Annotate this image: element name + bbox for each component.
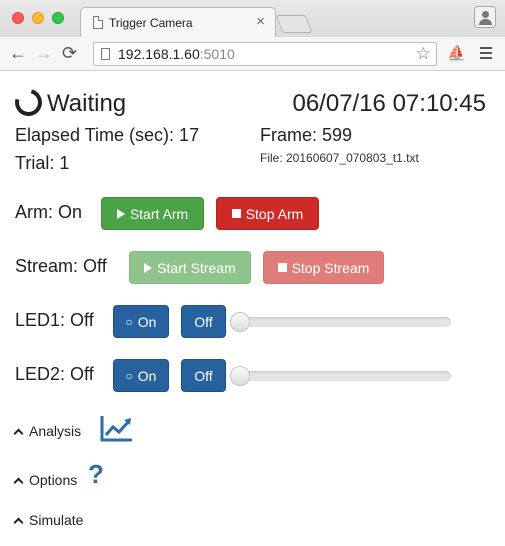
led1-off-button[interactable]: Off	[181, 305, 226, 338]
trial-number: Trial: 1	[15, 153, 70, 173]
stop-stream-label: Stop Stream	[291, 259, 370, 276]
new-tab-button[interactable]	[275, 15, 313, 33]
led1-off-label: Off	[194, 313, 213, 330]
options-label: Options	[29, 472, 78, 488]
led1-on-label: On	[137, 313, 157, 330]
reload-icon[interactable]: ⟳	[62, 43, 77, 63]
options-toggle[interactable]: Options	[13, 472, 78, 488]
stop-arm-label: Stop Arm	[245, 205, 304, 222]
menu-icon[interactable]	[480, 47, 492, 59]
led1-on-button[interactable]: ○ On	[113, 305, 169, 338]
led2-status: LED2: Off	[15, 364, 94, 384]
extension-icon[interactable]: ⛵	[447, 44, 466, 62]
bulb-icon: ○	[125, 314, 133, 329]
page-icon	[93, 16, 103, 29]
page-content: Waiting 06/07/16 07:10:45 Elapsed Time (…	[0, 72, 505, 546]
browser-toolbar: ← → ⟳ 192.168.1.60:5010 ☆ ⛵	[0, 37, 505, 71]
stop-arm-button[interactable]: Stop Arm	[216, 197, 319, 230]
stop-stream-button[interactable]: Stop Stream	[263, 251, 384, 284]
elapsed-time: Elapsed Time (sec): 17	[15, 125, 200, 145]
status-text: Waiting	[47, 90, 127, 117]
browser-tabstrip: Trigger Camera ×	[0, 0, 505, 38]
address-bar[interactable]: 192.168.1.60:5010 ☆	[93, 42, 437, 66]
frame-count: Frame: 599	[260, 125, 353, 145]
browser-tab[interactable]: Trigger Camera ×	[80, 7, 276, 38]
url-port: :5010	[199, 46, 235, 62]
led2-slider[interactable]	[238, 371, 451, 381]
led2-slider-handle[interactable]	[230, 366, 250, 386]
simulate-label: Simulate	[29, 512, 84, 528]
led1-slider[interactable]	[238, 317, 451, 327]
url-host: 192.168.1.60	[118, 46, 200, 62]
window-minimize-button[interactable]	[32, 12, 44, 24]
tab-title: Trigger Camera	[109, 16, 193, 30]
led2-on-label: On	[137, 367, 157, 384]
led2-off-label: Off	[194, 367, 213, 384]
chevron-up-icon	[13, 477, 24, 487]
play-icon	[116, 208, 125, 219]
led1-status: LED1: Off	[15, 310, 94, 330]
simulate-toggle[interactable]: Simulate	[13, 512, 84, 528]
arm-status: Arm: On	[15, 202, 83, 222]
profile-icon[interactable]	[474, 6, 496, 28]
chart-line-icon[interactable]	[100, 414, 133, 442]
play-icon	[144, 262, 153, 273]
bookmark-star-icon[interactable]: ☆	[416, 44, 431, 64]
question-icon[interactable]: ?	[88, 460, 104, 488]
chevron-up-icon	[13, 428, 24, 438]
forward-icon[interactable]: →	[35, 43, 53, 63]
analysis-toggle[interactable]: Analysis	[13, 423, 82, 439]
window-maximize-button[interactable]	[52, 12, 64, 24]
led2-on-button[interactable]: ○ On	[113, 359, 169, 392]
bulb-icon: ○	[125, 368, 133, 383]
close-tab-icon[interactable]: ×	[256, 13, 265, 30]
start-stream-label: Start Stream	[157, 259, 236, 276]
start-arm-button[interactable]: Start Arm	[101, 197, 204, 230]
start-stream-button[interactable]: Start Stream	[129, 251, 251, 284]
analysis-label: Analysis	[29, 423, 82, 439]
page-icon	[101, 48, 110, 60]
led1-slider-handle[interactable]	[230, 312, 250, 332]
spinner-icon	[10, 84, 47, 121]
stop-icon	[231, 209, 241, 218]
stop-icon	[277, 263, 287, 272]
datetime-text: 06/07/16 07:10:45	[292, 90, 486, 117]
window-close-button[interactable]	[12, 12, 24, 24]
stream-status: Stream: Off	[15, 256, 107, 276]
url-text[interactable]: 192.168.1.60:5010	[118, 46, 235, 62]
file-name: File: 20160607_070803_t1.txt	[260, 151, 419, 165]
led2-off-button[interactable]: Off	[181, 359, 226, 392]
chevron-up-icon	[13, 517, 24, 527]
start-arm-label: Start Arm	[129, 205, 189, 222]
back-icon[interactable]: ←	[9, 43, 27, 63]
